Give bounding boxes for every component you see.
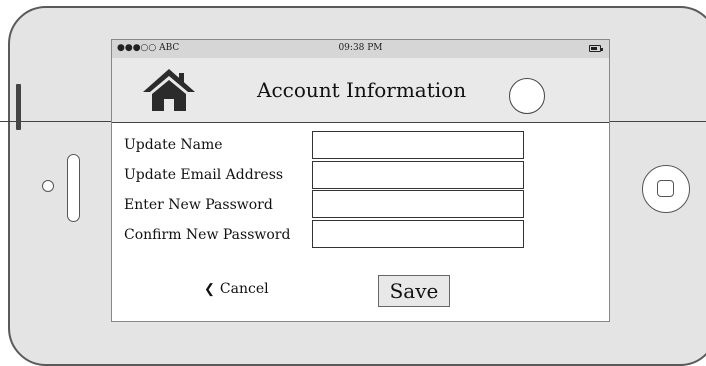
update-name-field[interactable] <box>312 131 524 159</box>
update-email-label: Update Email Address <box>124 167 284 183</box>
chevron-left-icon: ❮ <box>204 282 215 297</box>
avatar-placeholder[interactable] <box>509 78 545 114</box>
update-name-label: Update Name <box>124 137 223 153</box>
home-icon[interactable] <box>142 68 196 112</box>
cancel-button[interactable]: ❮ Cancel <box>204 281 269 297</box>
confirm-password-field[interactable] <box>312 220 524 248</box>
new-password-field[interactable] <box>312 190 524 218</box>
battery-icon <box>589 45 603 52</box>
phone-camera <box>42 180 54 192</box>
phone-home-button-square <box>657 180 674 197</box>
cancel-label: Cancel <box>219 281 269 297</box>
confirm-password-label: Confirm New Password <box>124 227 291 243</box>
phone-speaker <box>67 154 80 222</box>
save-button[interactable]: Save <box>378 275 450 307</box>
status-bar: ●●●○○ ABC 09:38 PM <box>112 40 609 58</box>
status-time: 09:38 PM <box>338 43 383 53</box>
phone-home-button[interactable] <box>642 165 690 213</box>
app-header: Account Information <box>112 58 609 123</box>
phone-side-button <box>16 84 21 130</box>
new-password-label: Enter New Password <box>124 197 273 213</box>
update-email-field[interactable] <box>312 161 524 189</box>
app-screen: ●●●○○ ABC 09:38 PM Account Information U… <box>111 39 610 322</box>
page-title: Account Information <box>257 78 467 102</box>
